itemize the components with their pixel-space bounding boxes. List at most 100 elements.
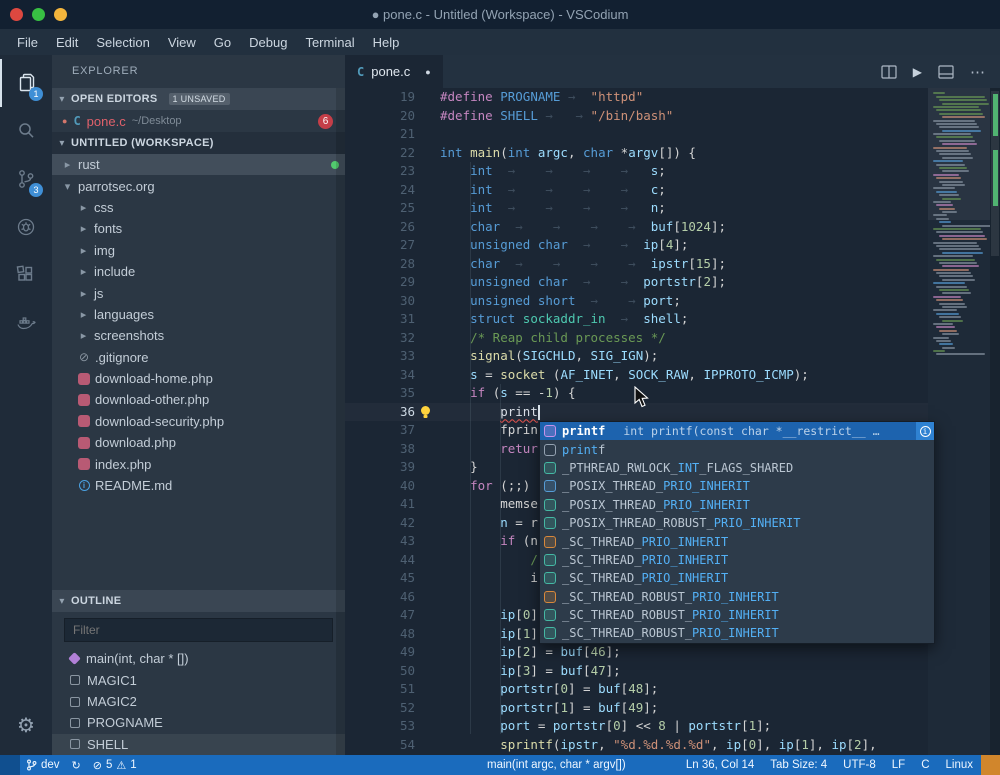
- suggestion-sc-thread-robust-prio-inherit[interactable]: _SC_THREAD_ROBUST_PRIO_INHERIT: [540, 588, 934, 606]
- status-language-mode[interactable]: C: [913, 755, 937, 775]
- suggestion-sc-thread-prio-inherit[interactable]: _SC_THREAD_PRIO_INHERIT: [540, 532, 934, 550]
- suggestion-sc-thread-prio-inherit[interactable]: _SC_THREAD_PRIO_INHERIT: [540, 569, 934, 587]
- menu-go[interactable]: Go: [205, 32, 240, 53]
- tree-item-gitignore[interactable]: ⊘ .gitignore: [52, 347, 345, 368]
- line-number[interactable]: 27: [345, 236, 415, 255]
- maximize-window-button[interactable]: [32, 8, 45, 21]
- sync-button[interactable]: ↻: [66, 755, 87, 775]
- tree-item-screenshots[interactable]: ▸ screenshots: [52, 325, 345, 346]
- line-number[interactable]: 52: [345, 699, 415, 718]
- suggestion-pthread-rwlock-int-flags-shared[interactable]: _PTHREAD_RWLOCK_INT_FLAGS_SHARED: [540, 459, 934, 477]
- run-code-icon[interactable]: ▶: [913, 65, 922, 79]
- line-number[interactable]: 50: [345, 662, 415, 681]
- remote-indicator[interactable]: [0, 755, 20, 775]
- line-number[interactable]: 49: [345, 643, 415, 662]
- line-number[interactable]: 54: [345, 736, 415, 755]
- line-number[interactable]: 37: [345, 421, 415, 440]
- suggestion-sc-thread-robust-prio-inherit[interactable]: _SC_THREAD_ROBUST_PRIO_INHERIT: [540, 606, 934, 624]
- line-number[interactable]: 47: [345, 606, 415, 625]
- workspace-header[interactable]: ▾ UNTITLED (WORKSPACE): [52, 132, 345, 154]
- line-number[interactable]: 32: [345, 329, 415, 348]
- menu-view[interactable]: View: [159, 32, 205, 53]
- activity-docker-button[interactable]: [0, 299, 52, 347]
- line-number[interactable]: 46: [345, 588, 415, 607]
- tree-item-download-security-php[interactable]: download-security.php: [52, 411, 345, 432]
- line-number[interactable]: 41: [345, 495, 415, 514]
- minimize-window-button[interactable]: [54, 8, 67, 21]
- suggestion-printf[interactable]: printf: [540, 440, 934, 458]
- line-number[interactable]: 48: [345, 625, 415, 644]
- line-number[interactable]: 44: [345, 551, 415, 570]
- tree-item-js[interactable]: ▸ js: [52, 282, 345, 303]
- line-number[interactable]: 39: [345, 458, 415, 477]
- tree-item-download-php[interactable]: download.php: [52, 432, 345, 453]
- settings-gear-icon[interactable]: ⚙: [17, 705, 35, 745]
- status-encoding[interactable]: UTF-8: [835, 755, 884, 775]
- problems-status[interactable]: ⊘ 5 ⚠ 1: [87, 755, 143, 775]
- line-number[interactable]: 40: [345, 477, 415, 496]
- status-os[interactable]: Linux: [938, 755, 982, 775]
- menu-selection[interactable]: Selection: [87, 32, 158, 53]
- menu-debug[interactable]: Debug: [240, 32, 296, 53]
- line-number[interactable]: 35: [345, 384, 415, 403]
- line-number[interactable]: 25: [345, 199, 415, 218]
- suggestion-posix-thread-prio-inherit[interactable]: _POSIX_THREAD_PRIO_INHERIT: [540, 496, 934, 514]
- line-number[interactable]: 45: [345, 569, 415, 588]
- line-number[interactable]: 30: [345, 292, 415, 311]
- outline-filter-input[interactable]: [64, 618, 333, 643]
- minimap[interactable]: [928, 88, 990, 755]
- line-number[interactable]: 51: [345, 680, 415, 699]
- line-number[interactable]: 22: [345, 144, 415, 163]
- activity-source-control-button[interactable]: 3: [0, 155, 52, 203]
- menu-file[interactable]: File: [8, 32, 47, 53]
- tree-item-img[interactable]: ▸ img: [52, 240, 345, 261]
- tree-item-fonts[interactable]: ▸ fonts: [52, 218, 345, 239]
- layout-icon[interactable]: [938, 64, 954, 79]
- tree-item-index-php[interactable]: index.php: [52, 453, 345, 474]
- suggestion-posix-thread-robust-prio-inherit[interactable]: _POSIX_THREAD_ROBUST_PRIO_INHERIT: [540, 514, 934, 532]
- line-number[interactable]: 31: [345, 310, 415, 329]
- line-number[interactable]: 19: [345, 88, 415, 107]
- line-number[interactable]: 26: [345, 218, 415, 237]
- line-number[interactable]: 36: [345, 403, 415, 422]
- status-cursor-position[interactable]: Ln 36, Col 14: [678, 755, 762, 775]
- editor-scrollbar[interactable]: [990, 88, 1000, 755]
- menu-help[interactable]: Help: [364, 32, 409, 53]
- read-more-button[interactable]: i: [916, 422, 934, 441]
- tree-item-parrotsec-org[interactable]: ▾ parrotsec.org: [52, 175, 345, 196]
- line-number[interactable]: 53: [345, 717, 415, 736]
- open-editors-header[interactable]: ▾ OPEN EDITORS 1 UNSAVED: [52, 88, 345, 110]
- outline-item-magic2[interactable]: MAGIC2: [52, 691, 345, 712]
- activity-explorer-button[interactable]: 1: [0, 59, 52, 107]
- outline-item-shell[interactable]: SHELL: [52, 733, 345, 755]
- line-number[interactable]: 42: [345, 514, 415, 533]
- tree-item-download-other-php[interactable]: download-other.php: [52, 389, 345, 410]
- line-number[interactable]: 33: [345, 347, 415, 366]
- activity-search-button[interactable]: [0, 107, 52, 155]
- tree-item-download-home-php[interactable]: download-home.php: [52, 368, 345, 389]
- lightbulb-icon[interactable]: [419, 405, 432, 419]
- tree-item-css[interactable]: ▸ css: [52, 197, 345, 218]
- outline-header[interactable]: ▾ OUTLINE: [52, 590, 345, 613]
- tab-pone-c[interactable]: C pone.c ●: [345, 55, 443, 88]
- tree-item-readme-md[interactable]: i README.md: [52, 475, 345, 496]
- activity-extensions-button[interactable]: [0, 251, 52, 299]
- code-editor[interactable]: 19 #define PROGNAME → "httpd" 20 #define SH…: [345, 88, 1000, 755]
- line-number[interactable]: 28: [345, 255, 415, 274]
- tree-item-rust[interactable]: ▸ rust: [52, 154, 345, 176]
- line-number[interactable]: 21: [345, 125, 415, 144]
- activity-debug-button[interactable]: [0, 203, 52, 251]
- outline-item-main-int-char[interactable]: main(int, char * []): [52, 648, 345, 669]
- suggestion-sc-thread-robust-prio-inherit[interactable]: _SC_THREAD_ROBUST_PRIO_INHERIT: [540, 624, 934, 642]
- menu-edit[interactable]: Edit: [47, 32, 87, 53]
- close-window-button[interactable]: [10, 8, 23, 21]
- tree-item-include[interactable]: ▸ include: [52, 261, 345, 282]
- menu-terminal[interactable]: Terminal: [296, 32, 363, 53]
- more-actions-icon[interactable]: ⋯: [970, 63, 986, 81]
- suggestion-printf[interactable]: printf int printf(const char *__restrict_…: [540, 422, 934, 441]
- line-number[interactable]: 38: [345, 440, 415, 459]
- line-number[interactable]: 24: [345, 181, 415, 200]
- line-number[interactable]: 20: [345, 107, 415, 126]
- line-number[interactable]: 43: [345, 532, 415, 551]
- outline-item-progname[interactable]: PROGNAME: [52, 712, 345, 733]
